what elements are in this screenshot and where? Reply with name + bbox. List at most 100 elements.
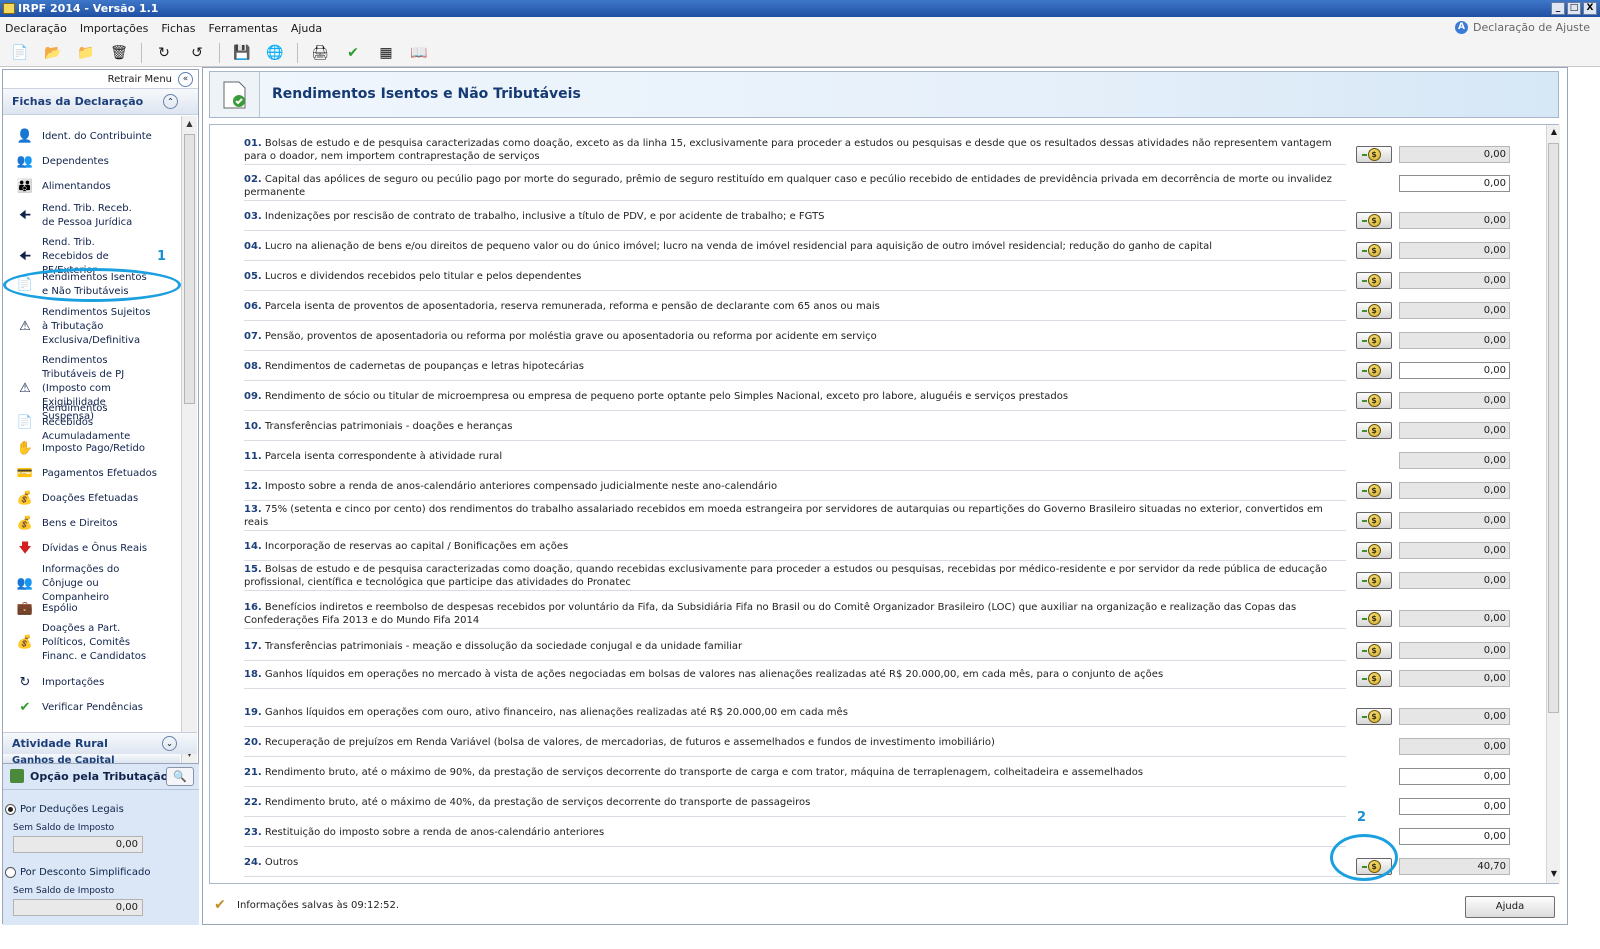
value-field[interactable]: 0,00 <box>1399 768 1510 785</box>
main-scrollbar[interactable]: ▲ ▼ <box>1546 125 1560 883</box>
value-field[interactable]: 0,00 <box>1399 175 1510 192</box>
row-number: 09. <box>244 391 262 402</box>
detail-button[interactable]: $ <box>1356 146 1392 163</box>
menu-ajuda[interactable]: Ajuda <box>291 22 322 35</box>
annotation-1: 1 <box>157 249 167 264</box>
form-row: 18. Ganhos líquidos em operações no merc… <box>244 661 1540 691</box>
detail-button[interactable]: $ <box>1356 482 1392 499</box>
deducoes-status: Sem Saldo de Imposto <box>13 823 115 833</box>
detail-button[interactable]: $ <box>1356 212 1392 229</box>
detail-button[interactable]: $ <box>1356 572 1392 589</box>
menu-importacoes[interactable]: Importações <box>80 22 149 35</box>
close-button[interactable]: X <box>1583 2 1597 15</box>
fichas-header[interactable]: Fichas da Declaração ⌃ <box>3 89 198 115</box>
sidebar-item-importacoes[interactable]: ↻ Importações <box>3 672 180 694</box>
menu-declaracao[interactable]: Declaração <box>5 22 67 35</box>
help-button[interactable]: Ajuda <box>1465 896 1555 918</box>
sidebar-scrollbar[interactable]: ▲ ▼ <box>181 116 197 790</box>
detail-button[interactable]: $ <box>1356 422 1392 439</box>
row-number: 06. <box>244 301 262 312</box>
row-text: Lucro na alienação de bens e/ou direitos… <box>264 241 1213 252</box>
spouse-icon: 👥 <box>16 576 34 591</box>
detail-button[interactable]: $ <box>1356 610 1392 627</box>
new-file-icon[interactable]: 📄 <box>9 42 31 64</box>
radio-desconto-simplificado[interactable]: Por Desconto Simplificado <box>5 867 150 878</box>
collapse-left-icon[interactable]: « <box>178 72 193 87</box>
row-text: Benefícios indiretos e reembolso de desp… <box>244 602 1297 626</box>
scroll-thumb[interactable] <box>184 134 195 404</box>
minimize-button[interactable]: _ <box>1551 2 1565 15</box>
sidebar-item-ident[interactable]: 👤 Ident. do Contribuinte <box>3 126 180 148</box>
row-divider <box>244 410 1346 411</box>
detail-button[interactable]: $ <box>1356 642 1392 659</box>
sidebar-item-pendencias[interactable]: ✔ Verificar Pendências <box>3 697 180 719</box>
row-text: 75% (setenta e cinco por cento) dos rend… <box>244 504 1323 528</box>
sidebar-item-pagamentos[interactable]: 💳 Pagamentos Efetuados <box>3 463 180 485</box>
scroll-thumb[interactable] <box>1548 143 1559 713</box>
menu-ferramentas[interactable]: Ferramentas <box>208 22 277 35</box>
print-icon[interactable]: 🖨 <box>309 42 331 64</box>
detail-button[interactable]: $ <box>1356 302 1392 319</box>
detail-button[interactable]: $ <box>1356 708 1392 725</box>
detail-button[interactable]: $ <box>1356 332 1392 349</box>
sidebar-item-rend-pj[interactable]: 🠈 Rend. Trib. Receb. de Pessoa Jurídica <box>3 202 180 230</box>
value-field: 0,00 <box>1399 392 1510 409</box>
help-book-icon[interactable]: 📖 <box>408 42 430 64</box>
value-field[interactable]: 0,00 <box>1399 362 1510 379</box>
form-row: 07. Pensão, proventos de aposentadoria o… <box>244 323 1540 353</box>
expand-down-icon[interactable]: ⌄ <box>162 736 177 751</box>
collapse-up-icon[interactable]: ⌃ <box>163 94 178 109</box>
scroll-up-icon[interactable]: ▲ <box>1547 125 1561 139</box>
sidebar-item-dividas[interactable]: 🡇 Dívidas e Ônus Reais <box>3 538 180 560</box>
alimentandos-icon: 👪 <box>16 179 34 194</box>
retract-menu[interactable]: Retrair Menu « <box>3 70 198 89</box>
declaration-type: A Declaração de Ajuste <box>1455 21 1590 34</box>
detail-button[interactable]: $ <box>1356 362 1392 379</box>
detail-button[interactable]: $ <box>1356 512 1392 529</box>
calculator-icon[interactable]: ▦ <box>375 42 397 64</box>
atividade-rural-header[interactable]: Atividade Rural ⌄ <box>3 732 197 754</box>
title-bar: IRPF 2014 - Versão 1.1 _ □ X <box>0 0 1600 17</box>
save-icon[interactable]: 💾 <box>231 42 253 64</box>
sidebar-item-imposto-pago[interactable]: ✋ Imposto Pago/Retido <box>3 438 180 460</box>
ganhos-header[interactable]: Ganhos de Capital <box>3 754 180 763</box>
menu-fichas[interactable]: Fichas <box>161 22 195 35</box>
row-divider <box>244 560 1346 561</box>
row-text: Capital das apólices de seguro ou pecúli… <box>244 174 1332 198</box>
sidebar-item-doacoes[interactable]: 💰 Doações Efetuadas <box>3 488 180 510</box>
row-number: 08. <box>244 361 262 372</box>
check-icon[interactable]: ✔ <box>342 42 364 64</box>
globe-icon[interactable]: 🌐 <box>264 42 286 64</box>
suspended-tax-icon: ⚠ <box>19 381 31 396</box>
scroll-down-icon[interactable]: ▼ <box>1547 867 1561 881</box>
sidebar-item-doacoes-politicas[interactable]: 💰 Doações a Part. Políticos, Comitês Fina… <box>3 622 180 664</box>
radio-button[interactable] <box>5 804 16 815</box>
detail-button[interactable]: $ <box>1356 272 1392 289</box>
trash-icon[interactable]: 🗑 <box>108 42 130 64</box>
row-number: 03. <box>244 211 262 222</box>
folder-icon[interactable]: 📁 <box>75 42 97 64</box>
search-icon[interactable]: 🔍 <box>166 767 194 786</box>
recover-icon[interactable]: ↺ <box>186 42 208 64</box>
sidebar-item-bens[interactable]: 💰 Bens e Direitos <box>3 513 180 535</box>
import-icon[interactable]: ↻ <box>153 42 175 64</box>
detail-button[interactable]: $ <box>1356 392 1392 409</box>
value-field[interactable]: 0,00 <box>1399 798 1510 815</box>
maximize-button[interactable]: □ <box>1567 2 1581 15</box>
detail-button[interactable]: $ <box>1356 670 1392 687</box>
scroll-up-icon[interactable]: ▲ <box>182 116 197 131</box>
value-field[interactable]: 0,00 <box>1399 828 1510 845</box>
sidebar-item-exclusiva[interactable]: ⚠ Rendimentos Sujeitos à Tributação Exclu… <box>3 306 180 348</box>
form-row: 06. Parcela isenta de proventos de apose… <box>244 293 1540 323</box>
open-folder-icon[interactable]: 📂 <box>42 42 64 64</box>
radio-button[interactable] <box>5 867 16 878</box>
money-icon: $ <box>1361 364 1381 377</box>
person-icon: 👤 <box>16 129 34 144</box>
sidebar-item-alimentandos[interactable]: 👪 Alimentandos <box>3 176 180 198</box>
document-check-icon <box>210 72 260 117</box>
detail-button[interactable]: $ <box>1356 242 1392 259</box>
detail-button[interactable]: $ <box>1356 542 1392 559</box>
sidebar-item-espolio[interactable]: 💼 Espólio <box>3 598 180 620</box>
sidebar-item-dependentes[interactable]: 👥 Dependentes <box>3 151 180 173</box>
radio-deducoes-legais[interactable]: Por Deduções Legais <box>5 804 124 815</box>
